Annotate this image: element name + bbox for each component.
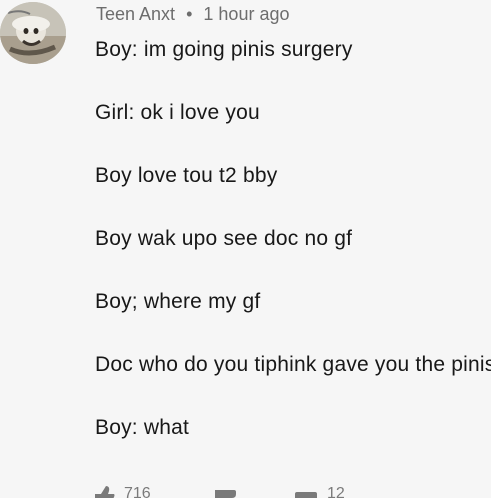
like-button[interactable]: 716 — [88, 484, 151, 498]
comment-line: Boy wak upo see doc no gf — [95, 227, 353, 250]
dislike-button[interactable] — [212, 484, 238, 498]
comment-line: Girl: ok i love you — [95, 101, 260, 124]
avatar-image — [0, 2, 66, 64]
meta-separator: • — [186, 4, 193, 24]
comment-line: Boy: what — [95, 416, 190, 439]
thumbs-down-icon — [212, 484, 238, 498]
author-name[interactable]: Teen Anxt — [96, 4, 175, 24]
reply-icon — [293, 484, 319, 498]
comment-line: Boy love tou t2 bby — [95, 164, 278, 187]
comment-timestamp[interactable]: 1 hour ago — [203, 4, 289, 24]
comment-line: Doc who do you tiphink gave you the pini… — [95, 353, 491, 376]
avatar[interactable] — [0, 2, 66, 64]
thumbs-up-icon — [88, 484, 116, 498]
comment-actions: 716 12 — [88, 484, 491, 498]
reply-button[interactable]: 12 — [293, 484, 345, 498]
like-count: 716 — [124, 485, 151, 498]
comment-line: Boy; where my gf — [95, 290, 261, 313]
reply-count: 12 — [327, 485, 345, 498]
comment-line: Boy: im going pinis surgery — [95, 38, 353, 61]
comment-header: Teen Anxt • 1 hour ago — [96, 4, 289, 24]
comment-body: Boy: im going pinis surgery Girl: ok i l… — [95, 34, 491, 444]
